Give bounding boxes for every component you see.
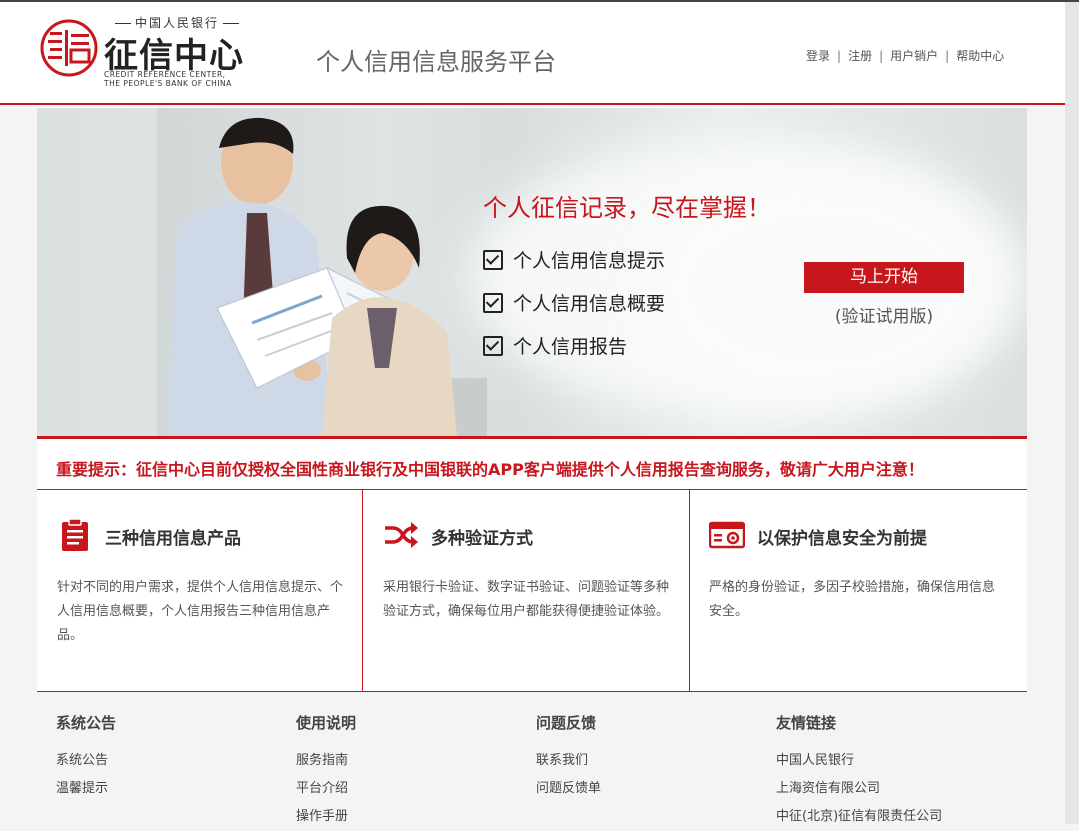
footer-link-shanghai-credit[interactable]: 上海资信有限公司 xyxy=(776,775,1016,803)
important-notice: 重要提示：征信中心目前仅授权全国性商业银行及中国银联的APP客户端提供个人信用报… xyxy=(37,436,1027,490)
check-item-tip: 个人信用信息提示 xyxy=(483,246,665,273)
footer-col-title: 友情链接 xyxy=(776,714,837,732)
office-window-decoration xyxy=(37,108,157,436)
footer-link-pbc[interactable]: 中国人民银行 xyxy=(776,747,1016,775)
banner-headline: 个人征信记录，尽在掌握！ xyxy=(483,194,771,222)
feature-title: 三种信用信息产品 xyxy=(105,529,241,549)
cancel-account-link[interactable]: 用户销户 xyxy=(890,49,938,63)
feature-title: 以保护信息安全为前提 xyxy=(757,529,927,549)
register-link[interactable]: 注册 xyxy=(848,49,872,63)
footer-link-feedback-form[interactable]: 问题反馈单 xyxy=(536,775,776,803)
help-center-link[interactable]: 帮助中心 xyxy=(956,49,1004,63)
check-item-report: 个人信用报告 xyxy=(483,332,627,359)
footer-link-manual[interactable]: 操作手册 xyxy=(296,803,536,831)
footer-col-announcements: 系统公告 系统公告 温馨提示 xyxy=(56,712,296,803)
id-card-icon xyxy=(709,521,745,549)
footer-col-usage: 使用说明 服务指南 平台介绍 操作手册 xyxy=(296,712,536,831)
feature-desc: 采用银行卡验证、数字证书验证、问题验证等多种验证方式，确保每位用户都能获得便捷验… xyxy=(383,580,670,619)
pbc-crc-logo[interactable]: 中国人民银行 征信中心 CREDIT REFERENCE CENTER, THE… xyxy=(38,12,258,92)
feature-security: 以保护信息安全为前提 严格的身份验证，多因子校验措施，确保信用信息安全。 xyxy=(689,490,1015,691)
footer-link-service-guide[interactable]: 服务指南 xyxy=(296,747,536,775)
feature-desc: 严格的身份验证，多因子校验措施，确保信用信息安全。 xyxy=(709,580,996,619)
footer-link-contact[interactable]: 联系我们 xyxy=(536,747,776,775)
site-header: 中国人民银行 征信中心 CREDIT REFERENCE CENTER, THE… xyxy=(0,2,1065,105)
footer-links: 系统公告 系统公告 温馨提示 使用说明 服务指南 平台介绍 操作手册 问题反馈 … xyxy=(37,692,1027,824)
feature-title: 多种验证方式 xyxy=(431,529,533,549)
platform-title: 个人信用信息服务平台 xyxy=(316,48,556,76)
footer-col-title: 系统公告 xyxy=(56,714,117,732)
footer-col-feedback: 问题反馈 联系我们 问题反馈单 xyxy=(536,712,776,803)
clipboard-icon xyxy=(62,518,88,551)
logo-english: CREDIT REFERENCE CENTER, THE PEOPLE'S BA… xyxy=(104,70,232,88)
start-now-button[interactable]: 马上开始 xyxy=(804,262,964,293)
trial-version-text: (验证试用版) xyxy=(834,307,934,327)
logo-en-line1: CREDIT REFERENCE CENTER, xyxy=(104,70,226,79)
footer-col-title: 问题反馈 xyxy=(536,714,597,732)
footer-col-friend-links: 友情链接 中国人民银行 上海资信有限公司 中征(北京)征信有限责任公司 xyxy=(776,712,1016,831)
hero-banner: 个人征信记录，尽在掌握！ 个人信用信息提示 个人信用信息概要 个人信用报告 马上… xyxy=(37,108,1027,436)
notice-text: 重要提示：征信中心目前仅授权全国性商业银行及中国银联的APP客户端提供个人信用报… xyxy=(56,460,924,479)
footer-link-platform-intro[interactable]: 平台介绍 xyxy=(296,775,536,803)
shuffle-icon xyxy=(385,522,418,548)
scrollbar-track[interactable] xyxy=(1065,2,1079,824)
feature-products: 三种信用信息产品 针对不同的用户需求，提供个人信用信息提示、个人信用信息概要，个… xyxy=(37,490,363,691)
features-section: 三种信用信息产品 针对不同的用户需求，提供个人信用信息提示、个人信用信息概要，个… xyxy=(37,490,1027,692)
feature-desc: 针对不同的用户需求，提供个人信用信息提示、个人信用信息概要，个人信用报告三种信用… xyxy=(57,580,344,643)
login-link[interactable]: 登录 xyxy=(806,49,830,63)
footer-link-announcements[interactable]: 系统公告 xyxy=(56,747,296,775)
logo-en-line2: THE PEOPLE'S BANK OF CHINA xyxy=(104,79,232,88)
logo-seal-icon xyxy=(40,19,98,77)
check-item-summary: 个人信用信息概要 xyxy=(483,289,665,316)
checkbox-icon xyxy=(483,336,503,356)
checkbox-icon xyxy=(483,293,503,313)
people-photo xyxy=(167,117,487,436)
top-nav: 登录 | 注册 | 用户销户 | 帮助中心 xyxy=(806,49,1005,63)
footer-link-tips[interactable]: 温馨提示 xyxy=(56,775,296,803)
checkbox-icon xyxy=(483,250,503,270)
footer-link-zhongzheng[interactable]: 中征(北京)征信有限责任公司 xyxy=(776,803,1016,831)
footer-col-title: 使用说明 xyxy=(296,714,357,732)
feature-verification: 多种验证方式 采用银行卡验证、数字证书验证、问题验证等多种验证方式，确保每位用户… xyxy=(362,490,690,691)
